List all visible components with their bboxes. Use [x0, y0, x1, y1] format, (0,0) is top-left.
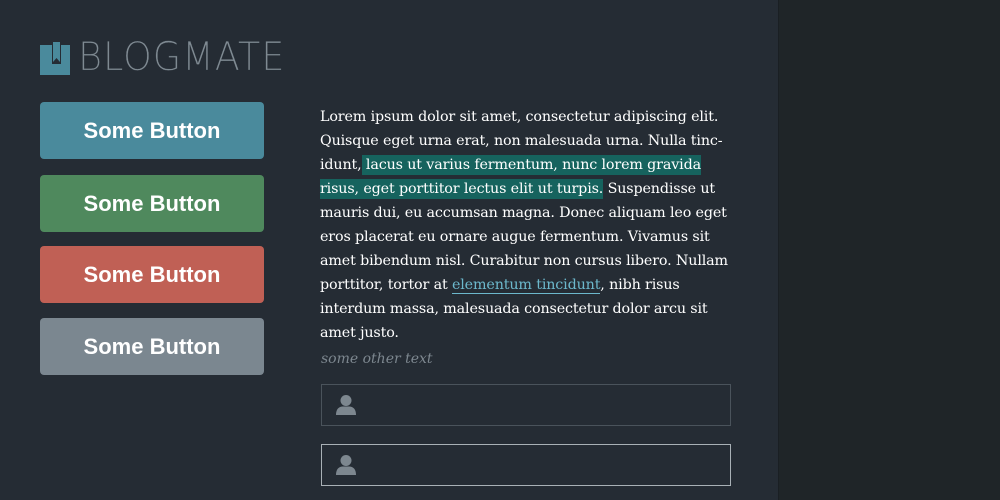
page: BLOGMATE Some Button Some Button Some Bu… [0, 0, 1000, 500]
brand-name: BLOGMATE [78, 35, 286, 80]
username-input-2[interactable] [366, 444, 730, 486]
user-icon [336, 394, 356, 416]
user-icon [336, 454, 356, 476]
bookmark-logo-icon [40, 41, 70, 75]
some-button-blue[interactable]: Some Button [40, 102, 264, 159]
username-input-1[interactable] [366, 384, 730, 426]
other-text-caption: some other text [321, 351, 433, 367]
username-field-2[interactable] [321, 444, 731, 486]
brand-logo[interactable]: BLOGMATE [40, 35, 299, 80]
article-link[interactable]: elementum tincidunt [451, 277, 600, 294]
button-stack: Some Button Some Button Some Button Some… [40, 102, 264, 390]
right-side-panel [778, 0, 1000, 500]
username-field-1[interactable] [321, 384, 731, 426]
article-paragraph: Lorem ipsum dolor sit amet, consectetur … [320, 105, 732, 345]
some-button-gray[interactable]: Some Button [40, 318, 264, 375]
some-button-red[interactable]: Some Button [40, 246, 264, 303]
some-button-green[interactable]: Some Button [40, 175, 264, 232]
article-content: Lorem ipsum dolor sit amet, consectetur … [320, 105, 732, 345]
